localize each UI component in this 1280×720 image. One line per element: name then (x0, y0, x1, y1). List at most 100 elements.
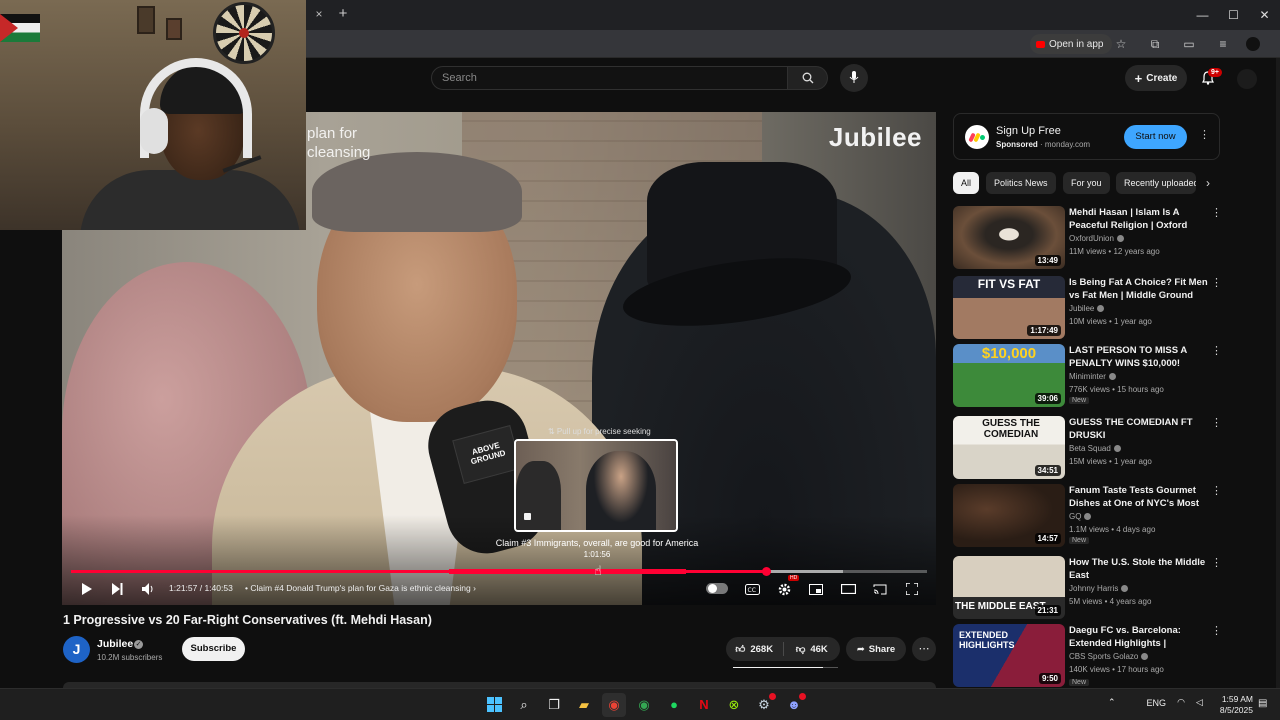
chip-all[interactable]: All (953, 172, 980, 194)
more-actions-button[interactable]: ⋯ (912, 637, 936, 661)
taskbar-search-icon[interactable]: ⌕ (512, 693, 536, 717)
video-title-link[interactable]: Mehdi Hasan | Islam Is A Peaceful Religi… (1069, 206, 1209, 232)
file-explorer-icon[interactable]: ▰ (572, 693, 596, 717)
video-thumbnail[interactable]: GUESS THE COMEDIAN 34:51 (953, 416, 1065, 479)
video-title-link[interactable]: GUESS THE COMEDIAN FT DRUSKI (1069, 416, 1209, 442)
tab-close-icon[interactable]: × (311, 6, 327, 22)
recommended-video[interactable]: GUESS THE COMEDIAN 34:51 GUESS THE COMED… (953, 416, 1223, 480)
video-channel[interactable]: Miniminter (1069, 372, 1116, 381)
video-channel[interactable]: Beta Squad (1069, 444, 1121, 453)
cast-button[interactable] (870, 579, 890, 599)
task-view-icon[interactable]: ❐ (542, 693, 566, 717)
channel-avatar[interactable]: J (63, 636, 90, 663)
video-title-link[interactable]: Daegu FC vs. Barcelona: Extended Highlig… (1069, 624, 1209, 650)
chevron-right-icon[interactable]: › (1198, 172, 1218, 194)
video-thumbnail[interactable]: 14:57 (953, 484, 1065, 547)
chip-politics-news[interactable]: Politics News (986, 172, 1056, 194)
create-button[interactable]: + Create (1125, 65, 1187, 91)
more-options-icon[interactable]: ⋮ (1211, 556, 1222, 569)
recommended-video[interactable]: $10,000 39:06 LAST PERSON TO MISS A PENA… (953, 344, 1223, 408)
chip-for-you[interactable]: For you (1063, 172, 1110, 194)
chrome-secondary-icon[interactable]: ◉ (632, 693, 656, 717)
video-title-link[interactable]: LAST PERSON TO MISS A PENALTY WINS $10,0… (1069, 344, 1209, 370)
xbox-icon[interactable]: ⊗ (722, 693, 746, 717)
voice-search-button[interactable] (840, 64, 868, 92)
system-clock[interactable]: 1:59 AM 8/5/2025 (1213, 694, 1253, 716)
steam-icon[interactable]: ⚙ (752, 693, 776, 717)
video-thumbnail[interactable]: EXTENDED HIGHLIGHTS 9:50 (953, 624, 1065, 687)
media-control-icon[interactable]: ≡ (1212, 34, 1234, 54)
start-button[interactable] (482, 693, 506, 717)
new-tab-icon[interactable]: + (334, 5, 352, 23)
search-button[interactable] (788, 66, 828, 90)
recommended-video[interactable]: EXTENDED HIGHLIGHTS 9:50 Daegu FC vs. Ba… (953, 624, 1223, 688)
open-in-app-button[interactable]: Open in app (1030, 34, 1112, 54)
miniplayer-button[interactable] (806, 579, 826, 599)
search-input[interactable]: Search (431, 66, 788, 90)
extensions-icon[interactable]: ⧉ (1144, 34, 1166, 54)
video-title-link[interactable]: Is Being Fat A Choice? Fit Men vs Fat Me… (1069, 276, 1209, 302)
sponsored-ad-card[interactable]: Sign Up Free Sponsored · monday.com Star… (953, 113, 1220, 160)
account-avatar[interactable] (1237, 69, 1257, 89)
chrome-icon[interactable]: ◉ (602, 693, 626, 717)
play-button[interactable] (76, 579, 96, 599)
progress-bar[interactable] (71, 567, 927, 576)
autoplay-toggle[interactable] (706, 583, 728, 594)
video-thumbnail[interactable]: 13:49 (953, 206, 1065, 269)
video-channel[interactable]: Jubilee (1069, 304, 1105, 313)
video-meta: 1.1M views • 4 days ago (1069, 525, 1156, 534)
bookmark-star-icon[interactable]: ☆ (1110, 34, 1132, 54)
wifi-icon[interactable]: ◠ (1177, 697, 1185, 708)
notification-center-icon[interactable]: ▤ (1258, 698, 1267, 709)
more-options-icon[interactable]: ⋮ (1211, 344, 1222, 357)
tray-overflow-icon[interactable]: ⌃ (1108, 697, 1116, 708)
more-options-icon[interactable]: ⋮ (1211, 276, 1222, 289)
video-thumbnail[interactable]: $10,000 39:06 (953, 344, 1065, 407)
more-options-icon[interactable]: ⋮ (1211, 484, 1222, 497)
theater-mode-button[interactable] (838, 579, 858, 599)
video-duration: 34:51 (1034, 465, 1061, 476)
recommended-video[interactable]: 13:49 Mehdi Hasan | Islam Is A Peaceful … (953, 206, 1223, 270)
minimize-icon[interactable]: — (1187, 0, 1218, 30)
video-channel[interactable]: GQ (1069, 512, 1092, 521)
recommended-video[interactable]: THE MIDDLE EAST 21:31 How The U.S. Stole… (953, 556, 1223, 620)
like-button[interactable]: 👍︎ 268K (726, 637, 783, 661)
language-indicator[interactable]: ENG (1147, 698, 1167, 708)
subscribe-button[interactable]: Subscribe (182, 637, 245, 661)
video-title-link[interactable]: How The U.S. Stole the Middle East (1069, 556, 1209, 582)
recommended-video[interactable]: 14:57 Fanum Taste Tests Gourmet Dishes a… (953, 484, 1223, 548)
maximize-icon[interactable]: ☐ (1218, 0, 1249, 30)
discord-icon[interactable]: ☻ (782, 693, 806, 717)
progress-scrubber[interactable] (762, 567, 771, 576)
ad-start-now-button[interactable]: Start now (1124, 125, 1187, 149)
video-channel[interactable]: OxfordUnion (1069, 234, 1124, 243)
profile-avatar[interactable] (1246, 37, 1260, 51)
recommended-video[interactable]: FIT VS FAT 1:17:49 Is Being Fat A Choice… (953, 276, 1223, 340)
page-scrollbar[interactable] (1276, 58, 1280, 688)
settings-button[interactable] (774, 579, 794, 599)
video-thumbnail[interactable]: THE MIDDLE EAST 21:31 (953, 556, 1065, 619)
video-title-link[interactable]: Fanum Taste Tests Gourmet Dishes at One … (1069, 484, 1209, 510)
channel-name[interactable]: Jubilee (97, 638, 133, 650)
volume-button[interactable] (138, 579, 158, 599)
close-window-icon[interactable]: ✕ (1249, 0, 1280, 30)
chip-recently-uploaded[interactable]: Recently uploaded (1116, 172, 1196, 194)
next-button[interactable] (107, 579, 127, 599)
more-options-icon[interactable]: ⋮ (1211, 416, 1222, 429)
video-channel[interactable]: Johnny Harris (1069, 584, 1129, 593)
ad-more-icon[interactable]: ⋮ (1199, 128, 1210, 141)
current-chapter-button[interactable]: • Claim #4 Donald Trump's plan for Gaza … (245, 583, 476, 593)
captions-button[interactable]: CC (742, 579, 762, 599)
sidepanel-icon[interactable]: ▭ (1178, 34, 1200, 54)
browser-menu-icon[interactable]: ⋮ (1272, 34, 1280, 54)
video-thumbnail[interactable]: FIT VS FAT 1:17:49 (953, 276, 1065, 339)
netflix-icon[interactable]: N (692, 693, 716, 717)
speaker-icon[interactable]: ◁ (1196, 697, 1203, 708)
dislike-button[interactable]: 👎︎ 46K (784, 637, 841, 661)
share-button[interactable]: ➦ Share (846, 637, 906, 661)
fullscreen-button[interactable] (902, 579, 922, 599)
spotify-icon[interactable]: ● (662, 693, 686, 717)
more-options-icon[interactable]: ⋮ (1211, 206, 1222, 219)
more-options-icon[interactable]: ⋮ (1211, 624, 1222, 637)
video-channel[interactable]: CBS Sports Golazo (1069, 652, 1149, 661)
